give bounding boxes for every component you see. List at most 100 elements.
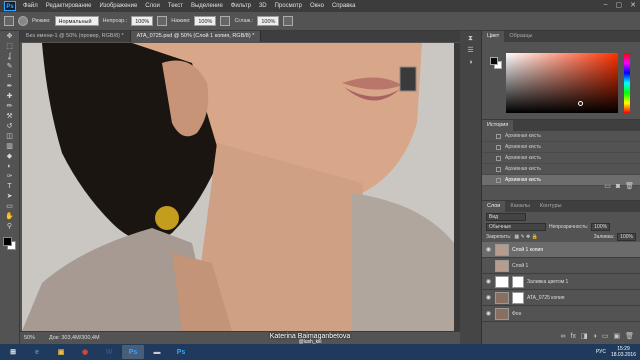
layer-name[interactable]: ATA_0725 копия [527,295,565,301]
healing-icon[interactable]: ✚ [3,92,17,101]
layer-name[interactable]: Слой 1 копия [512,247,543,253]
taskbar-app-5[interactable]: Ps [122,345,144,359]
history-item[interactable]: Архивная кисть [482,131,640,142]
new-layer-icon[interactable]: ▣ [613,332,620,342]
menu-item-4[interactable]: Текст [164,3,187,9]
dodge-icon[interactable]: ◐ [3,162,17,171]
pressure-size-icon[interactable] [283,16,294,26]
lasso-icon[interactable]: ʆ [3,52,17,61]
path-select-icon[interactable]: ➤ [3,192,17,201]
taskbar-app-0[interactable]: ⊞ [2,345,24,359]
quick-select-icon[interactable]: ✎ [3,62,17,71]
zoom-level[interactable]: 50% [24,335,35,341]
color-picker-field[interactable] [506,53,618,113]
eraser-icon[interactable]: ◫ [3,132,17,141]
menu-item-5[interactable]: Выделение [187,3,227,9]
history-brush-icon[interactable]: ↺ [3,122,17,131]
clock[interactable]: 15:29 18.03.2016 [611,346,636,358]
menu-item-6[interactable]: Фильтр [227,3,255,9]
tool-color-swatches[interactable] [2,237,17,251]
marquee-icon[interactable]: ⬚ [3,42,17,51]
close-icon[interactable]: ✕ [630,1,636,9]
visibility-eye-icon[interactable]: ◉ [485,278,492,285]
trash-icon[interactable]: 🗑 [625,332,634,342]
layer-mask-thumbnail[interactable] [512,275,524,288]
doc-tab-0[interactable]: Без имени-1 @ 50% (провер, RGB/8) * [20,31,131,42]
menu-item-8[interactable]: Просмотр [271,3,306,9]
tab-color[interactable]: Цвет [482,31,505,42]
history-item[interactable]: Архивная кисть [482,153,640,164]
tab-channels[interactable]: Каналы [505,201,535,212]
blend-mode-select[interactable]: Обычные [486,223,546,231]
blur-icon[interactable]: ◆ [3,152,17,161]
hand-icon[interactable]: ✋ [3,212,17,221]
layer-row[interactable]: ◉ Заливка цветом 1 [482,274,640,290]
opacity-field[interactable]: 100% [131,16,154,26]
layer-row[interactable]: Слой 1 [482,258,640,274]
smooth-field[interactable]: 100% [257,16,280,26]
shape-icon[interactable]: ▭ [3,202,17,211]
maximize-icon[interactable]: ▢ [616,1,623,9]
type-icon[interactable]: T [3,182,17,191]
menu-item-7[interactable]: 3D [255,3,271,9]
taskbar-app-1[interactable]: e [26,345,48,359]
brush-tool-icon[interactable] [4,16,14,26]
picker-cursor-icon[interactable] [578,101,583,106]
layer-thumbnail[interactable] [495,243,509,256]
layer-thumbnail[interactable] [495,291,509,304]
visibility-eye-icon[interactable]: ◉ [485,310,492,317]
properties-icon[interactable]: ☰ [466,47,476,55]
taskbar-app-2[interactable]: ▣ [50,345,72,359]
tab-swatches[interactable]: Образцы [504,31,537,42]
add-mask-icon[interactable]: ◨ [581,332,588,342]
flow-field[interactable]: 100% [194,16,217,26]
menu-item-3[interactable]: Слои [141,3,164,9]
doc-tab-1[interactable]: ATA_0725.psd @ 50% (Слой 1 копия, RGB/8)… [130,31,262,42]
new-document-icon[interactable]: ▭ [604,182,611,192]
pressure-opacity-icon[interactable] [157,16,168,26]
layer-thumbnail[interactable] [495,275,509,288]
mode-select[interactable]: Нормальный [54,16,99,26]
snapshot-icon[interactable]: ◙ [616,182,620,192]
pen-icon[interactable]: ✑ [3,172,17,181]
taskbar-app-6[interactable]: ▬ [146,345,168,359]
minimize-icon[interactable]: – [604,1,608,9]
hue-slider[interactable] [624,53,630,113]
gradient-icon[interactable]: ▥ [3,142,17,151]
layer-filter-select[interactable]: Вид [486,213,526,221]
lock-icons[interactable]: ▦ ✎ ✥ 🔒 [514,234,538,240]
menu-item-1[interactable]: Редактирование [42,3,96,9]
adjustment-layer-icon[interactable]: ◑ [593,332,597,342]
fill-field[interactable]: 100% [617,233,636,241]
link-icon[interactable]: ∞ [561,332,566,342]
layer-row[interactable]: ◉ Фон [482,306,640,322]
trash-icon[interactable]: 🗑 [625,182,634,192]
stamp-icon[interactable]: ⚒ [3,112,17,121]
airbrush-icon[interactable] [220,16,231,26]
eyedropper-icon[interactable]: ✒ [3,82,17,91]
layer-row[interactable]: ◉ ATA_0725 копия [482,290,640,306]
menu-item-2[interactable]: Изображение [95,3,141,9]
foreground-color-swatch[interactable] [490,57,498,65]
group-icon[interactable]: ▭ [602,332,609,342]
menu-item-9[interactable]: Окно [306,3,328,9]
zoom-icon[interactable]: ⚲ [3,222,17,231]
fx-icon[interactable]: fx [571,332,576,342]
brush-icon[interactable]: ✏ [3,102,17,111]
taskbar-app-4[interactable]: W [98,345,120,359]
menu-item-10[interactable]: Справка [328,3,360,9]
tab-layers[interactable]: Слои [482,201,506,212]
layer-opacity-field[interactable]: 100% [591,223,611,231]
layer-thumbnail[interactable] [495,307,509,320]
tab-history[interactable]: История [482,120,514,131]
layer-row[interactable]: ◉ Слой 1 копия [482,242,640,258]
history-item[interactable]: Архивная кисть [482,164,640,175]
menu-item-0[interactable]: Файл [19,3,42,9]
taskbar-app-3[interactable]: ◉ [74,345,96,359]
brush-preset-icon[interactable] [18,16,28,26]
layer-name[interactable]: Заливка цветом 1 [527,279,568,285]
visibility-eye-icon[interactable]: ◉ [485,294,492,301]
taskbar-app-7[interactable]: Ps [170,345,192,359]
history-item[interactable]: Архивная кисть [482,142,640,153]
layer-mask-thumbnail[interactable] [512,291,524,304]
